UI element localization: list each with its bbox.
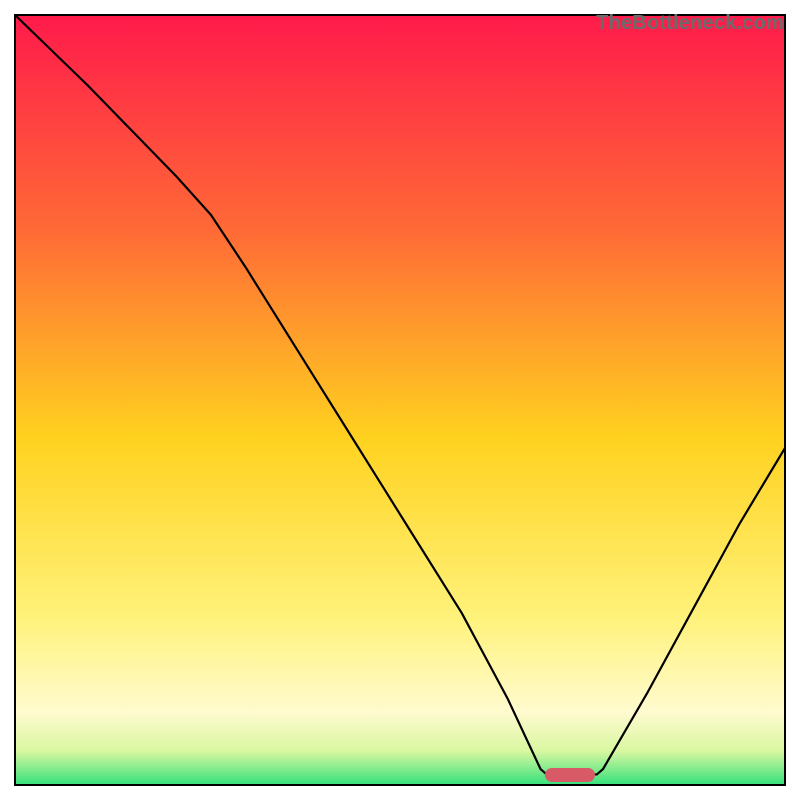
chart-frame: TheBottleneck.com: [14, 14, 786, 786]
optimal-marker: [545, 768, 595, 782]
watermark-text: TheBottleneck.com: [596, 12, 784, 35]
gradient-rect: [14, 14, 786, 786]
heat-gradient: [14, 14, 786, 786]
